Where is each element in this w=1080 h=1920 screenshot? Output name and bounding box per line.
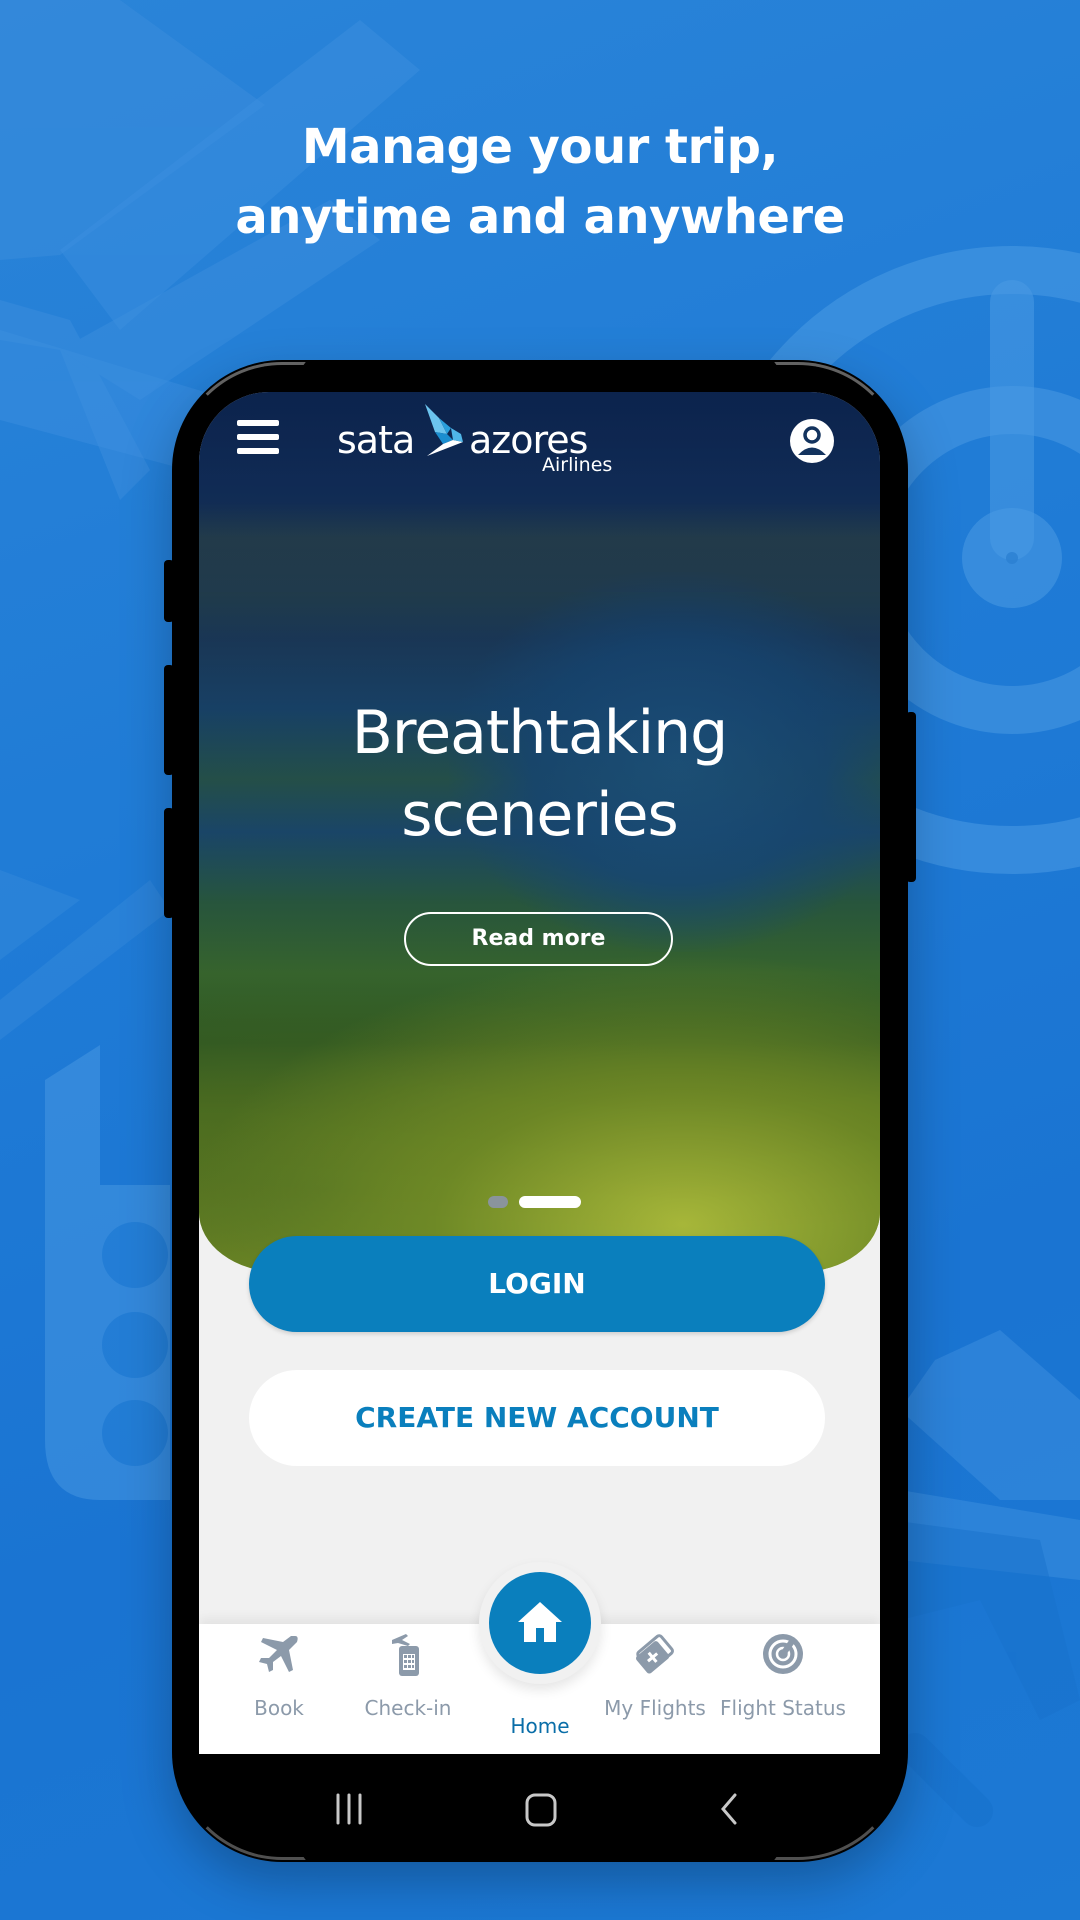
nav-item-book[interactable]: Book bbox=[214, 1630, 344, 1740]
phone-volume-up-button bbox=[164, 665, 174, 775]
nav-label-home: Home bbox=[510, 1714, 570, 1738]
hamburger-menu-icon[interactable] bbox=[237, 420, 279, 458]
hero-title-line2: sceneries bbox=[401, 780, 679, 850]
hero-title-line1: Breathtaking bbox=[351, 698, 729, 768]
system-navigation-bar bbox=[172, 1754, 908, 1862]
phone-side-button bbox=[164, 560, 174, 622]
bg-airplane-icon-2 bbox=[900, 1330, 1080, 1580]
promo-headline: Manage your trip, anytime and anywhere bbox=[0, 112, 1080, 252]
carousel-indicator bbox=[199, 1196, 880, 1208]
nav-label-check-in: Check-in bbox=[364, 1696, 452, 1720]
home-button-icon[interactable] bbox=[523, 1792, 559, 1828]
nav-label-my-flights: My Flights bbox=[604, 1696, 706, 1720]
boarding-pass-icon bbox=[636, 1634, 674, 1674]
radar-icon bbox=[763, 1634, 803, 1674]
logo-wordmark-left: sata bbox=[337, 418, 415, 462]
bird-icon bbox=[425, 404, 463, 456]
promo-headline-line1: Manage your trip, bbox=[301, 119, 779, 175]
read-more-button[interactable]: Read more bbox=[404, 912, 673, 966]
hero-banner: sata azores Airlines Breathtaking scener… bbox=[199, 392, 880, 1272]
hero-title: Breathtaking sceneries bbox=[199, 692, 880, 856]
phone-volume-down-button bbox=[164, 808, 174, 918]
nav-item-home[interactable]: Home bbox=[475, 1630, 605, 1740]
airplane-icon bbox=[259, 1636, 298, 1672]
carousel-dot-2-active[interactable] bbox=[519, 1196, 581, 1208]
create-account-button[interactable]: CREATE NEW ACCOUNT bbox=[249, 1370, 825, 1466]
logo-subtitle: Airlines bbox=[542, 454, 613, 476]
nav-item-flight-status[interactable]: Flight Status bbox=[718, 1630, 848, 1740]
nav-item-check-in[interactable]: Check-in bbox=[343, 1630, 473, 1740]
phone-power-button bbox=[906, 712, 916, 882]
carousel-dot-1[interactable] bbox=[488, 1196, 508, 1208]
phone-mockup: sata azores Airlines Breathtaking scener… bbox=[164, 360, 916, 1862]
login-button[interactable]: LOGIN bbox=[249, 1236, 825, 1332]
app-header: sata azores Airlines bbox=[199, 392, 880, 482]
nav-label-book: Book bbox=[254, 1696, 304, 1720]
nav-label-flight-status: Flight Status bbox=[720, 1696, 846, 1720]
recent-apps-icon[interactable] bbox=[332, 1792, 366, 1826]
bg-phone-icon bbox=[45, 1045, 170, 1500]
back-icon[interactable] bbox=[717, 1792, 741, 1826]
sata-azores-logo: sata azores Airlines bbox=[337, 404, 617, 480]
promo-headline-line2: anytime and anywhere bbox=[235, 189, 845, 245]
mobile-checkin-icon bbox=[392, 1634, 419, 1676]
user-profile-icon[interactable] bbox=[789, 418, 835, 464]
nav-item-my-flights[interactable]: My Flights bbox=[590, 1630, 720, 1740]
app-screen: sata azores Airlines Breathtaking scener… bbox=[199, 392, 880, 1754]
